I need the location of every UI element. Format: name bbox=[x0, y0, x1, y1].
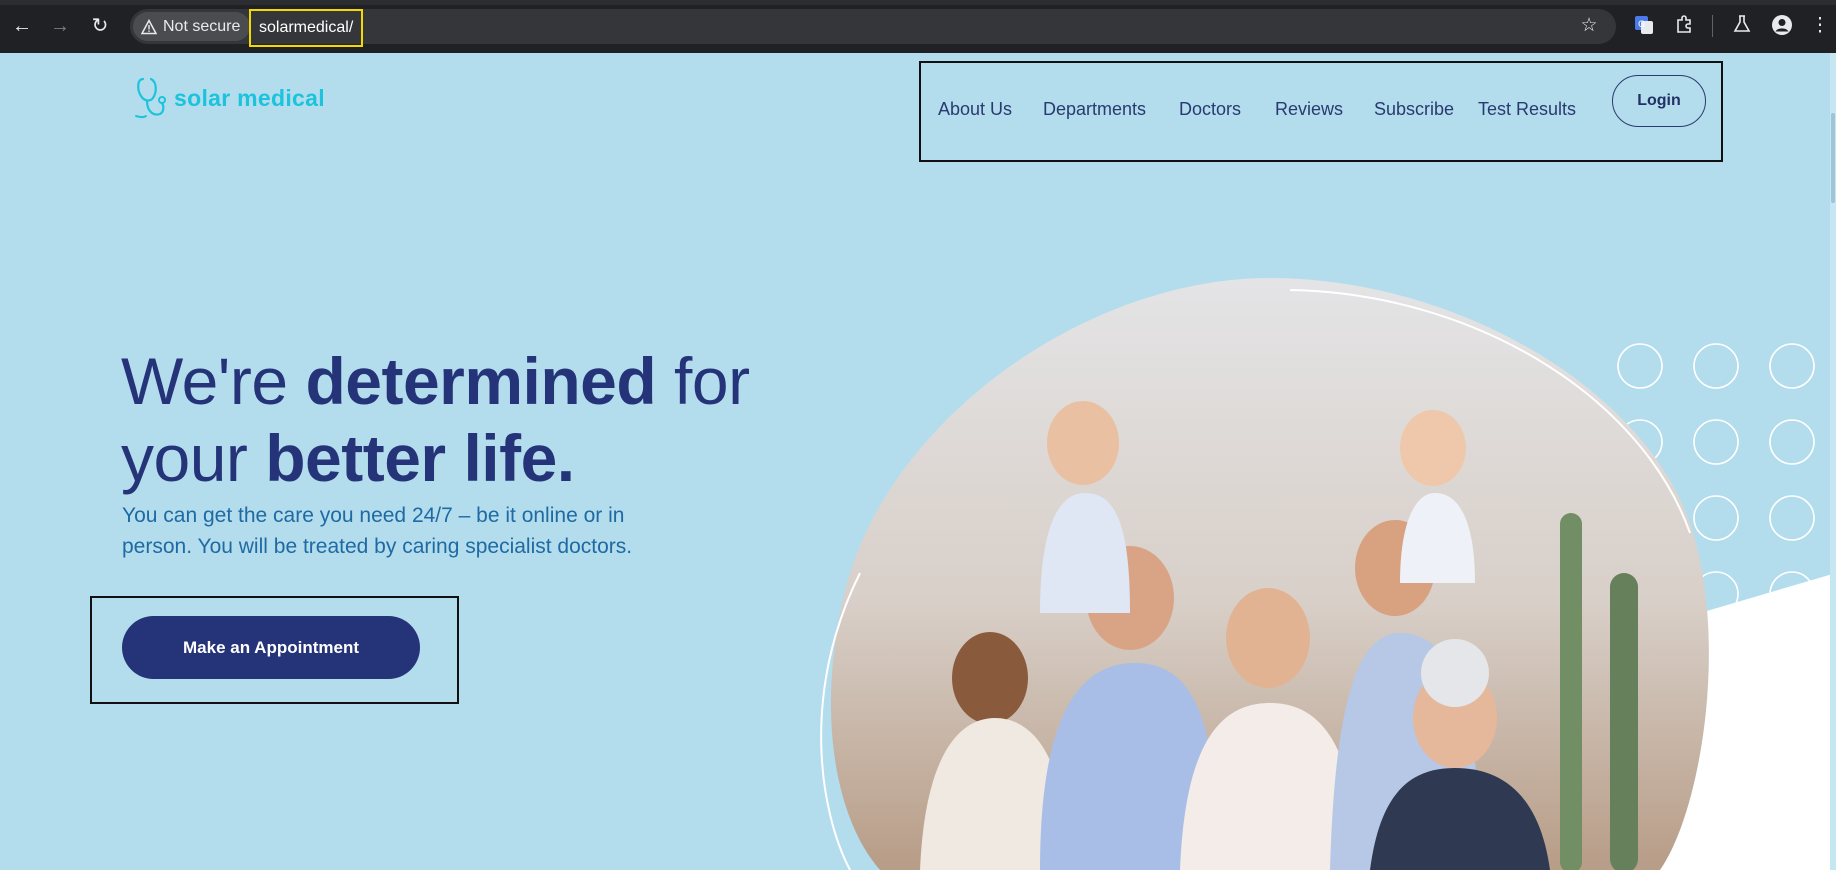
login-button[interactable]: Login bbox=[1612, 75, 1706, 127]
reload-icon[interactable]: ↻ bbox=[88, 14, 112, 38]
nav-test-results[interactable]: Test Results bbox=[1478, 99, 1576, 120]
toolbar-separator bbox=[1712, 15, 1713, 37]
kebab-menu-icon[interactable]: ⋮ bbox=[1808, 14, 1832, 38]
person-glyph bbox=[1772, 15, 1792, 35]
back-icon[interactable]: ← bbox=[10, 14, 34, 38]
flask-glyph bbox=[1733, 15, 1751, 32]
forward-icon[interactable]: → bbox=[48, 14, 72, 38]
nav-doctors[interactable]: Doctors bbox=[1179, 99, 1241, 120]
tab-strip-edge bbox=[0, 0, 1836, 5]
profile-avatar-icon[interactable] bbox=[1770, 14, 1794, 38]
page-scrollbar[interactable] bbox=[1830, 53, 1836, 870]
nav-about-us[interactable]: About Us bbox=[938, 99, 1012, 120]
brand-name: solar medical bbox=[174, 84, 325, 111]
webpage: solar medical About Us Departments Docto… bbox=[0, 53, 1836, 870]
extensions-icon[interactable] bbox=[1672, 14, 1696, 38]
puzzle-glyph bbox=[1677, 15, 1691, 33]
translate-glyph: G bbox=[1635, 16, 1653, 34]
browser-toolbar: ← → ↻ Not secure solarmedical/ ☆ G ⋮ bbox=[0, 0, 1836, 53]
stethoscope-icon bbox=[135, 77, 166, 119]
hero-title-emphasis-2: better life. bbox=[265, 421, 575, 495]
security-label: Not secure bbox=[163, 18, 241, 35]
scrollbar-thumb[interactable] bbox=[1831, 113, 1835, 203]
hero-title: We're determined for your better life. bbox=[121, 343, 761, 497]
family-photo bbox=[830, 278, 1709, 870]
nav-departments[interactable]: Departments bbox=[1043, 99, 1146, 120]
url-text[interactable]: solarmedical/ bbox=[249, 9, 364, 47]
svg-text:G: G bbox=[1638, 20, 1645, 30]
warning-icon bbox=[141, 18, 157, 34]
make-appointment-button[interactable]: Make an Appointment bbox=[122, 616, 420, 679]
site-logo[interactable]: solar medical bbox=[134, 76, 325, 120]
main-navigation: About Us Departments Doctors Reviews Sub… bbox=[919, 61, 1723, 162]
hero-title-emphasis-1: determined bbox=[305, 344, 657, 418]
security-indicator[interactable]: Not secure bbox=[133, 12, 251, 41]
translate-icon[interactable]: G bbox=[1632, 14, 1656, 38]
bookmark-star-icon[interactable]: ☆ bbox=[1577, 14, 1601, 38]
hero-title-part-1: We're bbox=[121, 344, 306, 418]
labs-flask-icon[interactable] bbox=[1730, 14, 1754, 38]
nav-reviews[interactable]: Reviews bbox=[1275, 99, 1343, 120]
hero-subtitle: You can get the care you need 24/7 – be … bbox=[122, 504, 633, 558]
nav-subscribe[interactable]: Subscribe bbox=[1374, 99, 1454, 120]
